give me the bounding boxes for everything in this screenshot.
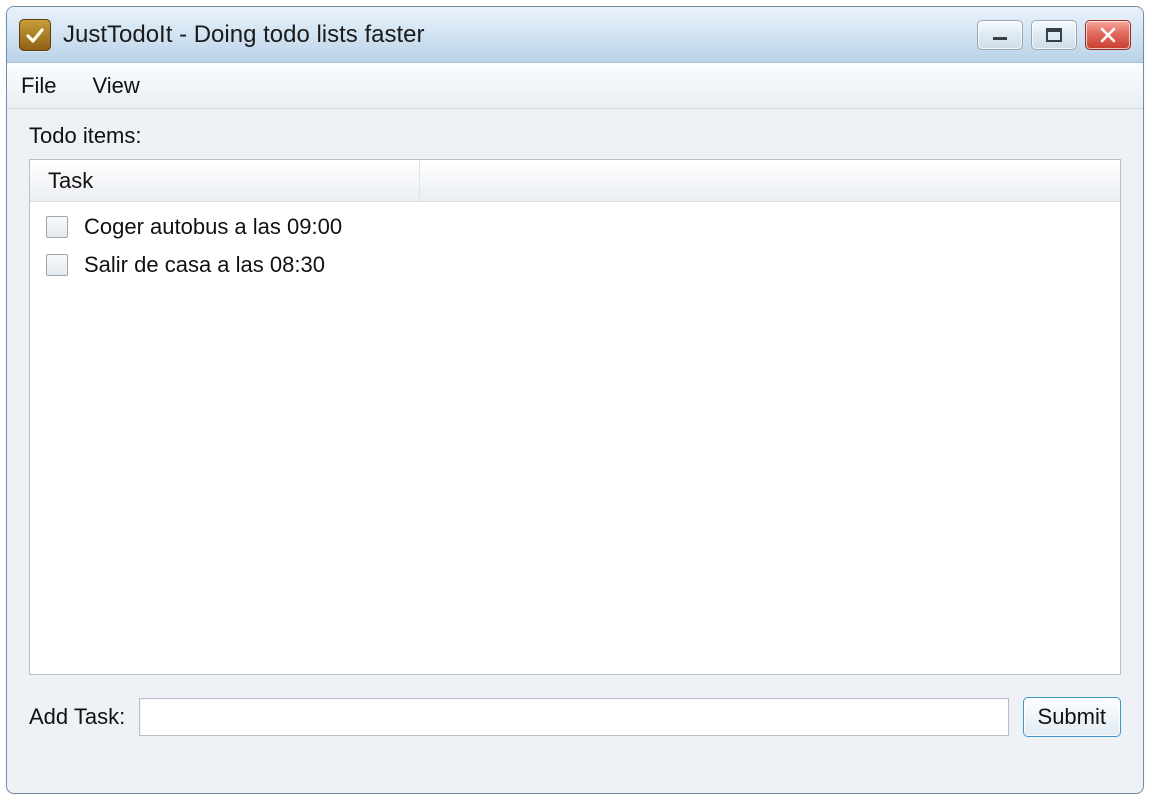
submit-button[interactable]: Submit <box>1023 697 1121 737</box>
menu-view[interactable]: View <box>86 69 145 103</box>
app-window: JustTodoIt - Doing todo lists faster <box>6 6 1144 794</box>
menu-file[interactable]: File <box>15 69 62 103</box>
submit-button-label: Submit <box>1038 704 1106 730</box>
column-header-empty[interactable] <box>420 160 1120 201</box>
menubar: File View <box>7 63 1143 109</box>
maximize-icon <box>1043 27 1065 43</box>
add-task-label: Add Task: <box>29 704 125 730</box>
close-icon <box>1099 26 1117 44</box>
add-task-bar: Add Task: Submit <box>29 697 1121 737</box>
list-item[interactable]: Coger autobus a las 09:00 <box>30 208 1120 246</box>
window-title: JustTodoIt - Doing todo lists faster <box>63 21 425 49</box>
task-text: Coger autobus a las 09:00 <box>84 214 342 240</box>
maximize-button[interactable] <box>1031 20 1077 50</box>
window-controls <box>977 20 1131 50</box>
task-checkbox[interactable] <box>46 216 68 238</box>
list-item[interactable]: Salir de casa a las 08:30 <box>30 246 1120 284</box>
column-header-task[interactable]: Task <box>30 160 420 201</box>
list-rows: Coger autobus a las 09:00 Salir de casa … <box>30 202 1120 284</box>
task-listview[interactable]: Task Coger autobus a las 09:00 Salir de … <box>29 159 1121 675</box>
task-text: Salir de casa a las 08:30 <box>84 252 325 278</box>
minimize-button[interactable] <box>977 20 1023 50</box>
titlebar[interactable]: JustTodoIt - Doing todo lists faster <box>7 7 1143 63</box>
app-icon <box>19 19 51 51</box>
client-area: Todo items: Task Coger autobus a las 09:… <box>7 109 1143 755</box>
task-checkbox[interactable] <box>46 254 68 276</box>
minimize-icon <box>989 28 1011 42</box>
add-task-input[interactable] <box>139 698 1008 736</box>
list-header: Task <box>30 160 1120 202</box>
close-button[interactable] <box>1085 20 1131 50</box>
todo-items-label: Todo items: <box>29 123 1121 149</box>
